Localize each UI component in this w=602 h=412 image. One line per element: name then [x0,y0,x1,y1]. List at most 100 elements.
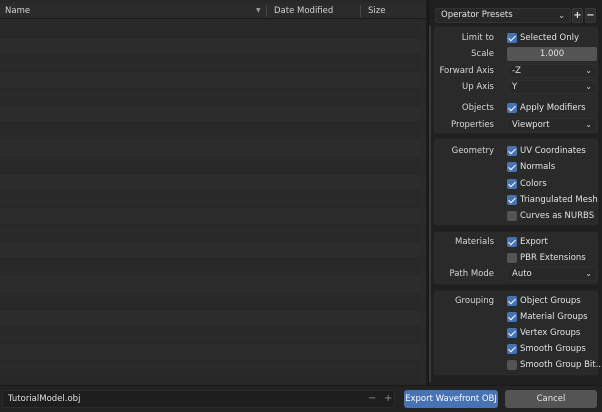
add-preset-button[interactable]: + [572,8,583,23]
smooth-group-bitflags-label: Smooth Group Bit... [520,360,602,370]
chevron-down-icon: ⌄ [558,11,565,20]
checkbox-checked-icon [507,328,517,338]
column-size[interactable]: Size [368,3,385,19]
checkbox-checked-icon [507,162,517,172]
file-list-row[interactable] [0,259,426,276]
checkbox-checked-icon [507,344,517,354]
column-divider[interactable] [360,5,361,17]
file-list-row[interactable] [0,55,426,72]
up-axis-dropdown[interactable]: Y ⌄ [507,80,597,94]
file-list-row[interactable] [0,106,426,123]
pbr-extensions-label: PBR Extensions [520,253,586,263]
properties-value: Viewport [512,120,550,130]
sort-descending-icon[interactable]: ▼ [256,3,261,19]
filename-value[interactable]: TutorialModel.obj [8,391,80,407]
checkbox-checked-icon [507,179,517,189]
checkbox-unchecked-icon [507,360,517,370]
checkbox-checked-icon [507,33,517,43]
checkbox-unchecked-icon [507,211,517,221]
file-list[interactable] [0,21,426,383]
path-mode-value: Auto [512,269,532,279]
file-list-row[interactable] [0,225,426,242]
properties-label: Properties [451,120,494,130]
filename-input[interactable]: TutorialModel.obj − + [2,390,395,408]
file-list-row[interactable] [0,140,426,157]
column-divider[interactable] [266,5,267,17]
objects-label: Objects [461,103,494,113]
up-axis-label: Up Axis [462,82,494,92]
file-list-row[interactable] [0,191,426,208]
scale-label: Scale [471,49,494,59]
cancel-button[interactable]: Cancel [505,390,597,408]
file-list-row[interactable] [0,21,426,38]
file-list-row[interactable] [0,208,426,225]
export-wavefront-obj-button[interactable]: Export Wavefront OBJ [404,390,498,408]
materials-label: Materials [455,237,494,247]
scale-field[interactable]: 1.000 [507,47,597,61]
file-list-header: Name ▼ Date Modified Size [0,3,426,19]
chevron-down-icon: ⌄ [585,66,592,75]
path-mode-label: Path Mode [449,269,494,279]
triangulated-mesh-label: Triangulated Mesh [520,195,598,205]
forward-axis-value: -Z [512,66,521,76]
curves-as-nurbs-label: Curves as NURBS [520,211,595,221]
file-list-row[interactable] [0,38,426,55]
forward-axis-dropdown[interactable]: -Z ⌄ [507,64,597,78]
export-options-sidebar: Operator Presets ⌄ + − Limit to Selected… [428,0,602,412]
colors-label: Colors [520,179,547,189]
materials-panel: Materials Export PBR Extensions Path Mod… [433,231,599,285]
file-browser[interactable]: Name ▼ Date Modified Size [0,0,426,385]
column-date-modified[interactable]: Date Modified [274,3,333,19]
selected-only-label: Selected Only [520,33,580,43]
file-list-row[interactable] [0,344,426,361]
grouping-panel: Grouping Object Groups Material Groups V… [433,290,602,376]
checkbox-checked-icon [507,195,517,205]
smooth-groups-label: Smooth Groups [520,344,586,354]
geometry-panel: Geometry UV Coordinates Normals Colors T… [433,138,599,226]
operator-presets-label: Operator Presets [441,10,513,20]
sidebar-scrollbar[interactable] [429,26,431,382]
export-materials-label: Export [520,237,548,247]
general-panel: Limit to Selected Only Scale 1.000 Forwa… [433,26,599,134]
properties-dropdown[interactable]: Viewport ⌄ [507,118,597,132]
vertex-groups-label: Vertex Groups [520,328,581,338]
checkbox-checked-icon [507,312,517,322]
material-groups-label: Material Groups [520,312,588,322]
file-list-row[interactable] [0,361,426,378]
checkbox-checked-icon [507,296,517,306]
file-list-row[interactable] [0,293,426,310]
path-mode-dropdown[interactable]: Auto ⌄ [507,267,597,281]
forward-axis-label: Forward Axis [439,66,494,76]
chevron-down-icon: ⌄ [585,120,592,129]
file-list-row[interactable] [0,174,426,191]
object-groups-label: Object Groups [520,296,581,306]
file-list-row[interactable] [0,310,426,327]
up-axis-value: Y [512,82,518,92]
column-name[interactable]: Name [5,3,30,19]
file-list-row[interactable] [0,327,426,344]
checkbox-checked-icon [507,146,517,156]
file-list-row[interactable] [0,89,426,106]
increment-filename-button[interactable]: + [384,391,392,407]
file-list-row[interactable] [0,157,426,174]
remove-preset-button[interactable]: − [585,8,596,23]
checkbox-checked-icon [507,103,517,113]
file-list-row[interactable] [0,123,426,140]
file-list-row[interactable] [0,72,426,89]
file-list-row[interactable] [0,242,426,259]
limit-to-label: Limit to [461,33,494,43]
chevron-down-icon: ⌄ [585,269,592,278]
decrement-filename-button[interactable]: − [368,391,376,407]
grouping-label: Grouping [454,296,494,306]
bottom-bar: TutorialModel.obj − + Export Wavefront O… [0,385,602,412]
file-list-scrollbar[interactable] [420,21,424,383]
normals-label: Normals [520,162,556,172]
geometry-label: Geometry [451,146,494,156]
operator-presets-dropdown[interactable]: Operator Presets ⌄ [435,8,571,23]
chevron-down-icon: ⌄ [585,82,592,91]
uv-coordinates-label: UV Coordinates [520,146,586,156]
apply-modifiers-label: Apply Modifiers [520,103,586,113]
checkbox-checked-icon [507,237,517,247]
file-list-row[interactable] [0,276,426,293]
checkbox-unchecked-icon [507,253,517,263]
